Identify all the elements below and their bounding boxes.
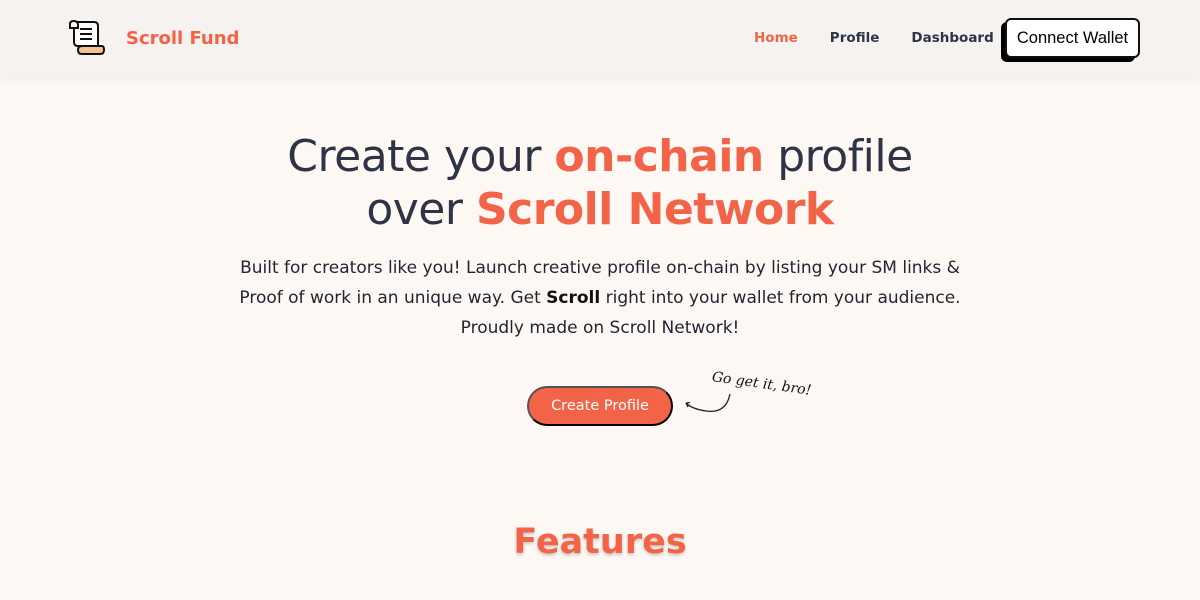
hero-title-text: over [366,184,476,235]
hero-description: Built for creators like you! Launch crea… [225,253,975,343]
curved-arrow-icon [685,393,731,413]
nav-links: Home Profile Dashboard [754,30,994,46]
navbar: Scroll Fund Home Profile Dashboard Conne… [0,0,1200,76]
hero-description-made-on: Proudly made on Scroll Network! [460,318,740,338]
hero-description-bold: Scroll [546,288,601,308]
connect-wallet-button[interactable]: Connect Wallet [1005,18,1140,58]
hero-title-accent-network: Scroll Network [475,184,834,235]
hero-title-text: profile [763,131,913,182]
scroll-icon [69,19,106,55]
nav-dashboard[interactable]: Dashboard [911,30,993,46]
create-profile-button[interactable]: Create Profile [527,386,673,426]
hero-title-text: Create your [287,131,555,182]
hero-description-text: right into your wallet from your audienc… [600,288,961,308]
brand[interactable]: Scroll Fund [66,18,239,58]
features-heading: Features [513,522,687,562]
hero-title: Create your on-chain profile over Scroll… [0,130,1200,236]
nav-home[interactable]: Home [754,30,798,46]
nav-profile[interactable]: Profile [830,30,880,46]
connect-wallet-wrapper: Connect Wallet [1001,18,1140,62]
brand-name: Scroll Fund [126,27,240,49]
hero-title-accent-onchain: on-chain [554,131,764,182]
